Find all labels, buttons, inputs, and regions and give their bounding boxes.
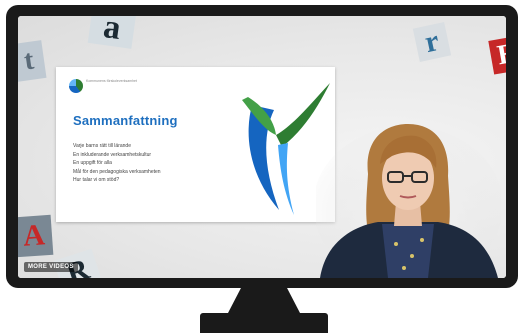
slide-bullet: Hur talar vi om stöd? (73, 177, 120, 183)
organization-logo-icon (69, 79, 83, 93)
presenter-video (316, 124, 501, 278)
monitor-frame: t a r E A R Kommunens förskoleverksamhet… (6, 5, 518, 288)
monitor-stand-base (200, 313, 328, 333)
letter-tile-t: t (18, 40, 47, 82)
slide-bullet: En uppgift för alla (73, 160, 112, 166)
letter-tile-r: r (412, 22, 452, 62)
letter-tile-A-glyph: A (21, 218, 46, 253)
letter-tile-A: A (18, 214, 54, 258)
monitor-stand-neck (228, 288, 300, 313)
video-player[interactable]: t a r E A R Kommunens förskoleverksamhet… (18, 16, 506, 278)
letter-tile-e-glyph: E (495, 37, 506, 72)
slide-title: Sammanfattning (73, 113, 178, 128)
slide-bullet: Varje barns rätt till lärande (73, 143, 131, 149)
slide-organization-name: Kommunens förskoleverksamhet (86, 79, 137, 83)
letter-tile-t-glyph: t (22, 44, 36, 77)
slide-bullet-list: Varje barns rätt till lärande En inklude… (73, 142, 161, 185)
more-videos-button[interactable]: MORE VIDEOS (24, 262, 78, 272)
slide-bullet: En inkluderande verksamhetskultur (73, 151, 152, 158)
letter-tile-a-glyph: a (101, 16, 124, 48)
letter-tile-r-glyph: r (421, 23, 442, 60)
presentation-slide: Kommunens förskoleverksamhet Sammanfattn… (56, 67, 335, 222)
slide-bullet: Mål för den pedagogiska verksamheten (73, 168, 161, 175)
